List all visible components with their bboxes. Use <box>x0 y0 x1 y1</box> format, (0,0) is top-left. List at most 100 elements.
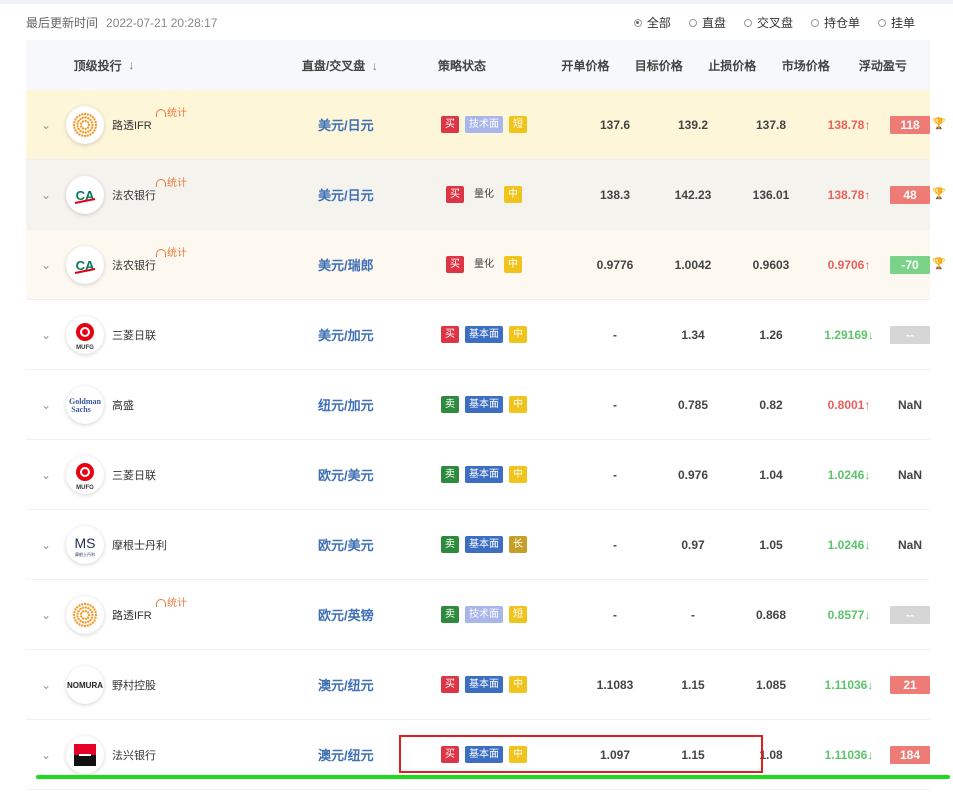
bank-cell: 路透IFR 统计 <box>66 595 244 634</box>
expand-chevron-icon[interactable]: ⌄ <box>26 748 66 762</box>
direction-arrow-icon: ↓ <box>867 327 874 342</box>
bank-name: 法兴银行 <box>112 749 156 762</box>
bank-name: 法农银行 <box>112 189 156 202</box>
horizon-tag: 中 <box>504 256 522 273</box>
currency-pair[interactable]: 美元/瑞郎 <box>244 255 399 274</box>
col-stop-header: 止损价格 <box>708 58 757 73</box>
direction-arrow-icon: ↓ <box>867 747 874 762</box>
pnl-badge: -- <box>890 605 930 624</box>
filter-direct[interactable]: 直盘 <box>688 14 726 31</box>
pnl-cell: -- <box>881 605 930 624</box>
col-pair-header[interactable]: 直盘/交叉盘 ↓ <box>232 57 382 74</box>
radio-icon <box>810 18 819 27</box>
currency-pair[interactable]: 澳元/纽元 <box>244 745 399 764</box>
table-row[interactable]: ⌄ 路透IFR 统计 美元/日元买技术面短 137.6 139.2 137.8 138.78↑… <box>26 90 946 160</box>
stat-link[interactable]: 统计 <box>156 101 187 127</box>
bank-name: 路透IFR <box>112 119 152 132</box>
type-tag: 量化 <box>474 259 494 270</box>
pnl-badge: 184 <box>890 745 930 764</box>
stat-link[interactable]: 统计 <box>156 241 187 267</box>
target-price: 0.785 <box>677 397 709 412</box>
gauge-icon <box>156 598 166 607</box>
filter-radio-group: 全部 直盘 交叉盘 持仓单 挂单 <box>633 14 915 31</box>
goldman-sachs-logo: Goldman Sachs <box>66 385 104 424</box>
radio-icon <box>688 18 697 27</box>
table-row[interactable]: ⌄ CA 法农银行 统计 美元/日元买量化中 138.3 142.23 136.01 138.7… <box>26 160 946 230</box>
top-divider <box>0 0 953 4</box>
currency-pair[interactable]: 欧元/美元 <box>244 465 399 484</box>
expand-chevron-icon[interactable]: ⌄ <box>26 538 66 552</box>
stat-link[interactable]: 统计 <box>156 171 187 197</box>
open-price: - <box>613 327 617 342</box>
stop-price: 1.085 <box>755 677 787 692</box>
currency-pair[interactable]: 澳元/纽元 <box>244 675 399 694</box>
gauge-icon <box>156 178 166 187</box>
stat-link[interactable]: 统计 <box>156 591 187 617</box>
type-tag: 基本面 <box>465 396 503 413</box>
horizon-tag: 短 <box>509 606 527 623</box>
table-row[interactable]: ⌄ MUFG 三菱日联 美元/加元买基本面中 -1.34 1.26 1.29169↓ -- <box>26 300 930 370</box>
target-price: 0.976 <box>677 467 709 482</box>
morgan-stanley-logo: MS 摩根士丹利 <box>66 525 104 564</box>
table-row[interactable]: ⌄ Goldman Sachs 高盛 纽元/加元卖基本面中 -0.785 0.82 0.800… <box>26 370 930 440</box>
nomura-logo: NOMURA <box>66 665 104 704</box>
currency-pair[interactable]: 欧元/美元 <box>244 535 399 554</box>
direction-arrow-icon: ↓ <box>864 607 871 622</box>
currency-pair[interactable]: 美元/日元 <box>244 115 399 134</box>
target-price: 0.97 <box>681 537 705 552</box>
direction-arrow-icon: ↓ <box>864 537 871 552</box>
currency-pair[interactable]: 美元/加元 <box>244 325 399 344</box>
pnl-badge: NaN <box>897 467 922 482</box>
target-price: 142.23 <box>674 187 712 202</box>
expand-chevron-icon[interactable]: ⌄ <box>26 678 66 692</box>
side-tag: 卖 <box>441 536 459 553</box>
horizon-tag: 长 <box>509 536 527 553</box>
currency-pair[interactable]: 纽元/加元 <box>244 395 399 414</box>
table-row[interactable]: ⌄ CA 法农银行 统计 美元/瑞郎买量化中 0.9776 1.0042 0.9603 0.97… <box>26 230 946 300</box>
col-bank-header[interactable]: 顶级投行 ↓ <box>64 57 232 74</box>
pnl-cell: 48 🏆 <box>881 185 946 204</box>
direction-arrow-icon: ↓ <box>864 467 871 482</box>
expand-chevron-icon[interactable]: ⌄ <box>26 608 66 622</box>
strategy-tags: 卖基本面长 <box>399 536 569 553</box>
type-tag: 基本面 <box>465 326 503 343</box>
svg-text:MS: MS <box>75 535 96 551</box>
target-price: 1.15 <box>681 677 705 692</box>
filter-pending[interactable]: 挂单 <box>877 14 915 31</box>
table-row[interactable]: ⌄ MUFG 三菱日联 欧元/美元卖基本面中 -0.976 1.04 1.0246↓ NaN <box>26 440 930 510</box>
target-price: 139.2 <box>677 117 709 132</box>
table-row[interactable]: ⌄ MS 摩根士丹利 摩根士丹利 欧元/美元卖基本面长 -0.97 1.05 1.0246↓ N… <box>26 510 930 580</box>
type-tag: 基本面 <box>465 676 503 693</box>
table-row[interactable]: ⌄ 法兴银行 澳元/纽元买基本面中 1.097 1.15 1.08 1.11036↓ 184 <box>26 720 930 790</box>
filter-cross[interactable]: 交叉盘 <box>743 14 793 31</box>
table-row[interactable]: ⌄ NOMURA 野村控股 澳元/纽元买基本面中 1.1083 1.15 1.085 1.11… <box>26 650 930 720</box>
table-row[interactable]: ⌄ 路透IFR 统计 欧元/英镑卖技术面短 - -0.868 0.8577↓ -- <box>26 580 930 650</box>
svg-text:MUFG: MUFG <box>76 345 94 351</box>
expand-chevron-icon[interactable]: ⌄ <box>26 118 66 132</box>
stop-price: 1.05 <box>759 537 783 552</box>
pnl-badge: NaN <box>897 537 922 552</box>
pnl-cell: 21 <box>881 675 930 694</box>
pnl-badge: NaN <box>897 397 922 412</box>
gauge-icon <box>156 248 166 257</box>
direction-arrow-icon: ↑ <box>864 397 871 412</box>
strategy-tags: 买基本面中 <box>399 326 569 343</box>
filter-holding[interactable]: 持仓单 <box>810 14 860 31</box>
type-tag: 基本面 <box>465 466 503 483</box>
expand-chevron-icon[interactable]: ⌄ <box>26 258 66 272</box>
expand-chevron-icon[interactable]: ⌄ <box>26 398 66 412</box>
expand-chevron-icon[interactable]: ⌄ <box>26 328 66 342</box>
expand-chevron-icon[interactable]: ⌄ <box>26 188 66 202</box>
currency-pair[interactable]: 欧元/英镑 <box>244 605 399 624</box>
open-price: - <box>613 397 617 412</box>
currency-pair[interactable]: 美元/日元 <box>244 185 399 204</box>
stop-price: 0.868 <box>755 607 787 622</box>
filter-all[interactable]: 全部 <box>633 14 671 31</box>
market-price: 0.9706↑ <box>827 257 871 272</box>
expand-chevron-icon[interactable]: ⌄ <box>26 468 66 482</box>
market-price: 138.78↑ <box>827 117 871 132</box>
strategy-tags: 卖基本面中 <box>399 396 569 413</box>
stop-price: 136.01 <box>752 187 790 202</box>
market-price: 1.29169↓ <box>824 327 874 342</box>
pnl-cell: 184 <box>881 745 930 764</box>
